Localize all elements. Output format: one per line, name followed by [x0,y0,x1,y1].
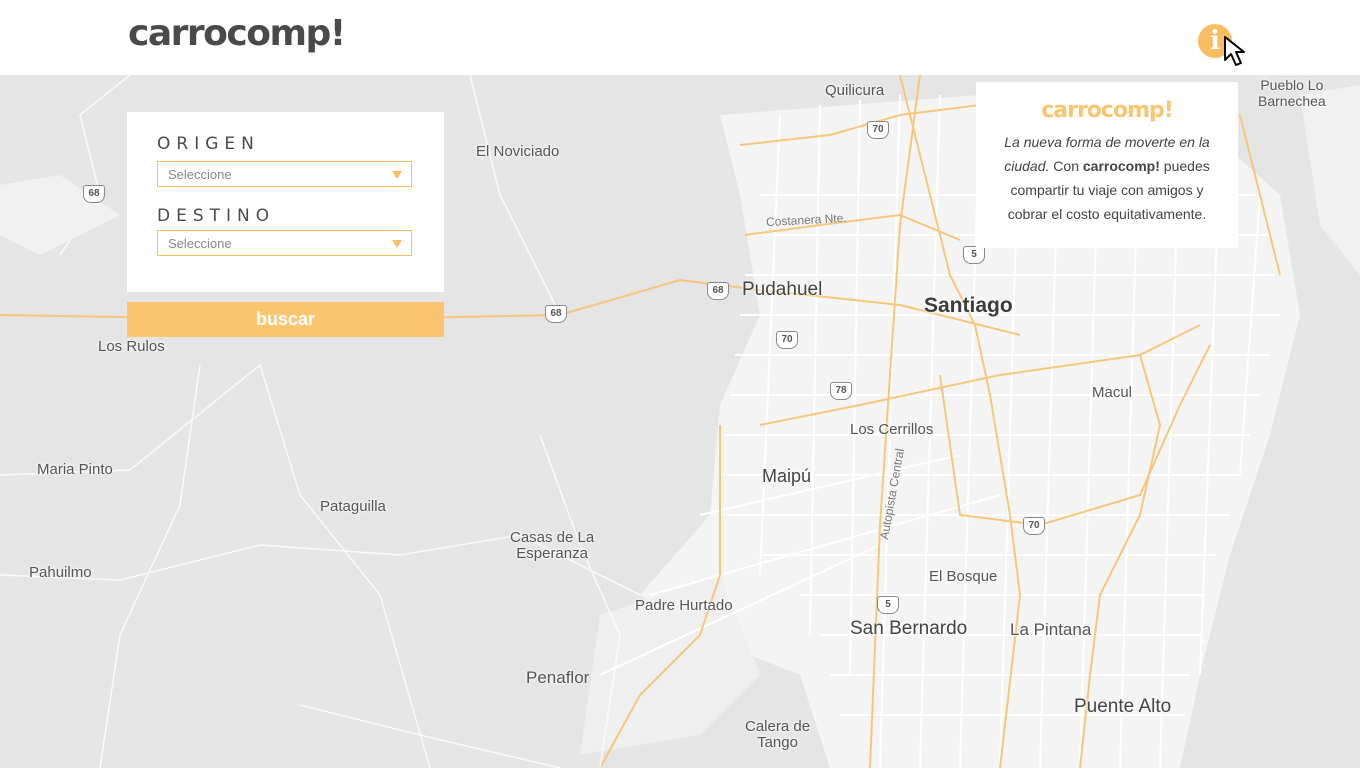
place-label: Pueblo Lo Barnechea [1258,77,1326,109]
place-label: Quilicura [825,82,885,99]
cursor-icon [1224,36,1245,66]
destination-select-value: Seleccione [168,236,232,251]
place-label: Los Rulos [98,338,165,355]
place-label: Macul [1092,384,1133,401]
header: carrocomp! i [0,0,1360,75]
logo[interactable]: carrocomp! [128,12,346,56]
place-label: Calera de Tango [745,718,811,751]
highway-shield: 5 [963,246,985,264]
origin-select-value: Seleccione [168,167,232,182]
highway-shield: 78 [830,382,852,400]
place-label: Santiago [924,294,1013,317]
chevron-down-icon [392,171,402,179]
place-label: Pudahuel [742,279,823,300]
info-panel: carrocomp! La nueva forma de moverte en … [976,82,1238,248]
place-label: Penaflor [526,668,590,687]
info-description: La nueva forma de moverte en la ciudad. … [996,130,1218,226]
info-title: carrocomp! [1041,98,1174,123]
place-label: San Bernardo [850,618,968,639]
place-label: Pahuilmo [29,564,92,581]
place-label: Maria Pinto [37,461,113,478]
destination-label: DESTINO [157,206,276,226]
highway-shield: 70 [867,121,889,139]
highway-shield: 70 [776,331,798,349]
search-button[interactable]: buscar [127,302,444,337]
place-label: El Bosque [929,568,998,585]
place-label: Puente Alto [1074,696,1172,717]
highway-shield: 68 [707,282,729,300]
info-text-brand: carrocomp! [1082,158,1160,174]
place-label: Maipú [762,466,812,486]
place-label: Pataguilla [320,498,386,515]
highway-shield: 70 [1023,517,1045,535]
place-label: Padre Hurtado [635,597,733,614]
highway-shield: 68 [83,185,105,203]
highway-shield: 5 [877,596,899,614]
place-label: El Noviciado [476,143,560,160]
place-label: Los Cerrillos [850,421,934,438]
info-text-con: Con [1049,158,1083,174]
destination-select[interactable]: Seleccione [157,230,412,256]
place-label: La Pintana [1010,620,1092,639]
origin-select[interactable]: Seleccione [157,161,412,187]
place-label: Casas de La Esperanza [510,529,595,562]
search-panel: ORIGEN Seleccione DESTINO Seleccione [127,112,444,292]
chevron-down-icon [392,240,402,248]
highway-shield: 68 [545,305,567,323]
origin-label: ORIGEN [157,134,260,154]
